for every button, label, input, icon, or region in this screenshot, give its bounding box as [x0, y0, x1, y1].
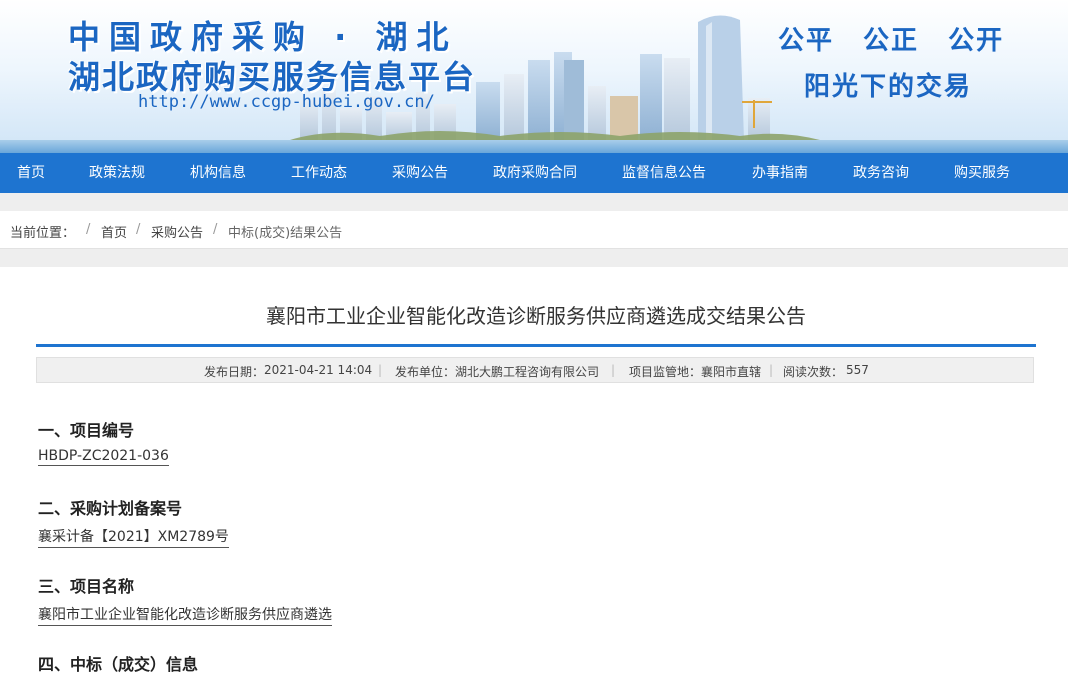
article-meta-bar: 发布日期： 2021-04-21 14:04 | 发布单位： 湖北大鹏工程咨询有… — [36, 357, 1034, 383]
separator-strip — [0, 249, 1068, 267]
nav-item-work-news[interactable]: 工作动态 — [291, 153, 347, 193]
section-heading-project-number: 一、项目编号 — [38, 421, 135, 440]
meta-separator: | — [769, 363, 774, 377]
title-divider — [36, 344, 1036, 347]
section-heading-plan-number: 二、采购计划备案号 — [38, 499, 183, 518]
page-title: 襄阳市工业企业智能化改造诊断服务供应商遴选成交结果公告 — [266, 304, 806, 328]
meta-separator: | — [611, 363, 616, 377]
meta-supervisor-label: 项目监管地： — [629, 365, 702, 379]
nav-item-purchase-services[interactable]: 购买服务 — [954, 153, 1010, 193]
banner-slogan-line1: 公平 公正 公开 — [778, 26, 1005, 56]
nav-item-guide[interactable]: 办事指南 — [752, 153, 808, 193]
breadcrumb-separator: / — [213, 222, 218, 237]
breadcrumb-item-procurement[interactable]: 采购公告 — [151, 222, 203, 241]
banner-slogan-line2: 阳光下的交易 — [804, 72, 973, 102]
meta-separator: | — [378, 363, 383, 377]
meta-unit: 湖北大鹏工程咨询有限公司 — [455, 365, 600, 379]
nav-item-institutions[interactable]: 机构信息 — [190, 153, 246, 193]
separator-strip — [0, 193, 1068, 211]
breadcrumb-item-home[interactable]: 首页 — [101, 222, 127, 241]
main-nav: 首页 政策法规 机构信息 工作动态 采购公告 政府采购合同 监督信息公告 办事指… — [0, 153, 1068, 193]
meta-unit-label: 发布单位： — [395, 365, 456, 379]
nav-item-consult[interactable]: 政务咨询 — [853, 153, 909, 193]
meta-views: 557 — [846, 363, 869, 377]
meta-date: 2021-04-21 14:04 — [264, 363, 373, 377]
nav-item-policy[interactable]: 政策法规 — [89, 153, 145, 193]
nav-item-home[interactable]: 首页 — [17, 153, 45, 193]
breadcrumb-label: 当前位置： — [10, 226, 76, 241]
breadcrumb-item-current: 中标(成交)结果公告 — [228, 226, 343, 241]
nav-item-procurement-notices[interactable]: 采购公告 — [392, 153, 448, 193]
section-value-project-name: 襄阳市工业企业智能化改造诊断服务供应商遴选 — [38, 604, 332, 626]
breadcrumb-separator: / — [86, 222, 91, 237]
banner-url: http://www.ccgp-hubei.gov.cn/ — [138, 92, 435, 112]
meta-views-label: 阅读次数： — [783, 365, 844, 379]
meta-date-label: 发布日期： — [204, 365, 265, 379]
section-value-plan-number: 襄采计备【2021】XM2789号 — [38, 526, 229, 548]
nav-item-contracts[interactable]: 政府采购合同 — [493, 153, 577, 193]
nav-item-supervision[interactable]: 监督信息公告 — [622, 153, 706, 193]
section-heading-project-name: 三、项目名称 — [38, 577, 135, 596]
meta-supervisor: 襄阳市直辖 — [701, 365, 762, 379]
breadcrumb-separator: / — [136, 222, 141, 237]
site-banner: 中国政府采购 · 湖北 湖北政府购买服务信息平台 http://www.ccgp… — [0, 0, 1068, 153]
section-value-project-number: HBDP-ZC2021-036 — [38, 448, 169, 466]
section-heading-award-info: 四、中标（成交）信息 — [38, 655, 199, 674]
breadcrumb: 当前位置： / 首页 / 采购公告 / 中标(成交)结果公告 — [0, 211, 1068, 249]
